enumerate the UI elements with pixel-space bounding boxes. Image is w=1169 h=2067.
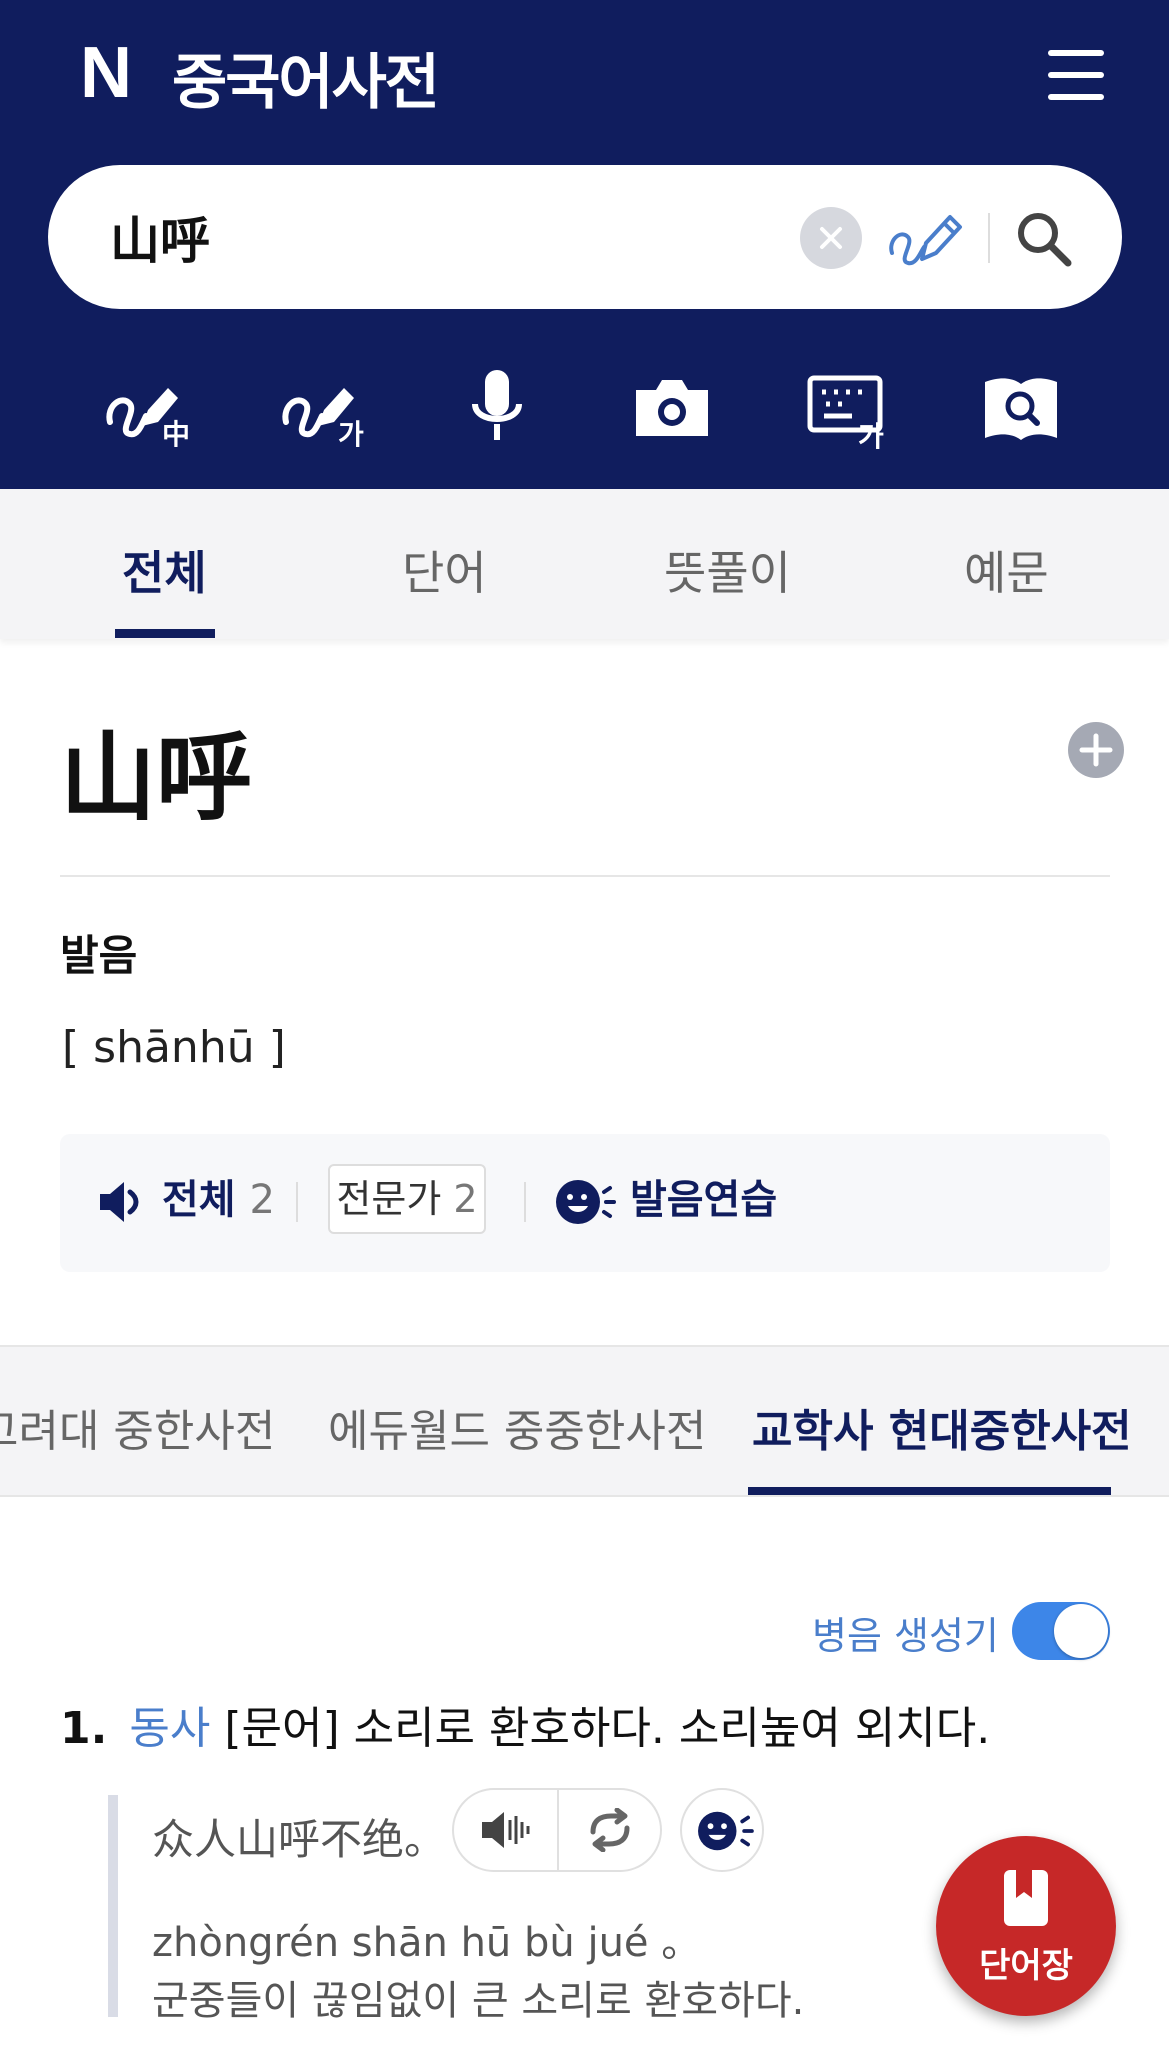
pinyin-generator-toggle[interactable] [1012, 1602, 1110, 1660]
play-all-count: 2 [249, 1177, 275, 1223]
image-search-tool[interactable] [622, 360, 722, 460]
add-to-wordbook-button[interactable] [1068, 722, 1124, 778]
audio-separator [524, 1182, 526, 1222]
part-of-speech[interactable]: 동사 [129, 1703, 210, 1754]
microphone-icon [472, 370, 522, 440]
keyboard-icon: 가 [807, 375, 884, 453]
input-tools: 中 가 가 [0, 360, 1169, 460]
dict-tab-kyohak[interactable]: 교학사 현대중한사전 [752, 1395, 1132, 1459]
expert-label: 전문가 [336, 1177, 442, 1221]
toggle-knob [1054, 1604, 1108, 1658]
svg-text:가: 가 [338, 418, 364, 451]
definition-text: [문어] 소리로 환호하다. 소리높여 외치다. [224, 1703, 991, 1754]
app-header: N 중국어사전 中 [0, 0, 1169, 489]
search-input[interactable] [110, 199, 790, 275]
camera-icon [636, 380, 708, 436]
pronunciation-practice-button[interactable]: 발음연습 [554, 1164, 777, 1236]
example-practice-button[interactable] [680, 1788, 764, 1872]
pinyin-generator-label: 병음 생성기 [812, 1614, 999, 1658]
voice-search-tool[interactable] [447, 360, 547, 460]
example-repeat-button[interactable] [559, 1790, 662, 1870]
dictionary-search-tool[interactable] [971, 360, 1071, 460]
book-search-icon [985, 378, 1057, 440]
app-title[interactable]: 중국어사전 [172, 34, 440, 121]
example-audio-controls [452, 1788, 662, 1872]
example-pinyin: zhòngrén shān hū bù jué 。 [152, 1920, 702, 1966]
dictionary-tabs: 고려대 중한사전 에듀월드 중중한사전 교학사 현대중한사전 [0, 1345, 1169, 1497]
wordbook-label: 단어장 [979, 1946, 1073, 1986]
naver-logo[interactable]: N [80, 37, 142, 109]
clear-search-button[interactable] [800, 207, 862, 269]
expert-audio-button[interactable]: 전문가 2 [328, 1164, 486, 1234]
pronunciation-label: 발음 [60, 931, 138, 980]
audio-separator [296, 1182, 298, 1222]
tab-meanings[interactable]: 뜻풀이 [664, 537, 791, 603]
repeat-icon [590, 1808, 630, 1852]
expert-count: 2 [453, 1177, 478, 1221]
dict-tab-korea-univ[interactable]: 고려대 중한사전 [0, 1395, 275, 1459]
speaker-icon [100, 1182, 139, 1222]
speaking-face-icon [698, 1811, 754, 1851]
active-dict-indicator [748, 1487, 1111, 1495]
handwriting-icon[interactable] [886, 203, 964, 273]
divider [60, 875, 1110, 877]
play-all-button[interactable]: 전체 2 [96, 1164, 275, 1236]
menu-icon[interactable] [1048, 50, 1104, 100]
tab-all[interactable]: 전체 [122, 537, 207, 603]
tab-words[interactable]: 단어 [402, 537, 487, 603]
definition: 1. 동사 [문어] 소리로 환호하다. 소리높여 외치다. [60, 1692, 990, 1756]
wordbook-button[interactable]: 단어장 [936, 1836, 1116, 2016]
speaker-icon [482, 1812, 530, 1848]
example-chinese: 众人山呼不绝。 [152, 1815, 447, 1864]
bookmark-book-icon [1004, 1870, 1048, 1926]
search-bar [48, 165, 1122, 309]
definition-number: 1. [60, 1703, 108, 1754]
audio-panel: 전체 2 전문가 2 발음연습 [60, 1134, 1110, 1272]
korean-handwriting-tool[interactable]: 가 [278, 360, 378, 460]
example-play-button[interactable] [454, 1790, 559, 1870]
dict-tab-eduworld[interactable]: 에듀월드 중중한사전 [328, 1395, 706, 1459]
close-icon [820, 227, 842, 249]
example-bar [108, 1795, 118, 2017]
chinese-handwriting-icon: 中 [106, 388, 190, 451]
speaking-face-icon [556, 1180, 616, 1224]
keyboard-tool[interactable]: 가 [800, 360, 900, 460]
tab-examples[interactable]: 예문 [964, 537, 1049, 603]
pinyin-text: [ shānhū ] [62, 1022, 286, 1073]
search-separator [988, 213, 990, 263]
svg-text:가: 가 [858, 420, 884, 453]
play-all-label: 전체 [161, 1177, 236, 1223]
svg-text:中: 中 [162, 418, 190, 451]
active-tab-indicator [115, 629, 215, 638]
example-korean: 군중들이 끊임없이 큰 소리로 환호하다. [152, 1978, 805, 2024]
chinese-handwriting-tool[interactable]: 中 [102, 360, 202, 460]
search-icon[interactable] [1014, 209, 1074, 269]
plus-icon [1079, 733, 1113, 767]
korean-handwriting-icon: 가 [282, 388, 364, 451]
entry-word: 山呼 [60, 722, 252, 834]
practice-label: 발음연습 [629, 1177, 778, 1223]
result-tabs: 전체 단어 뜻풀이 예문 [0, 489, 1169, 639]
